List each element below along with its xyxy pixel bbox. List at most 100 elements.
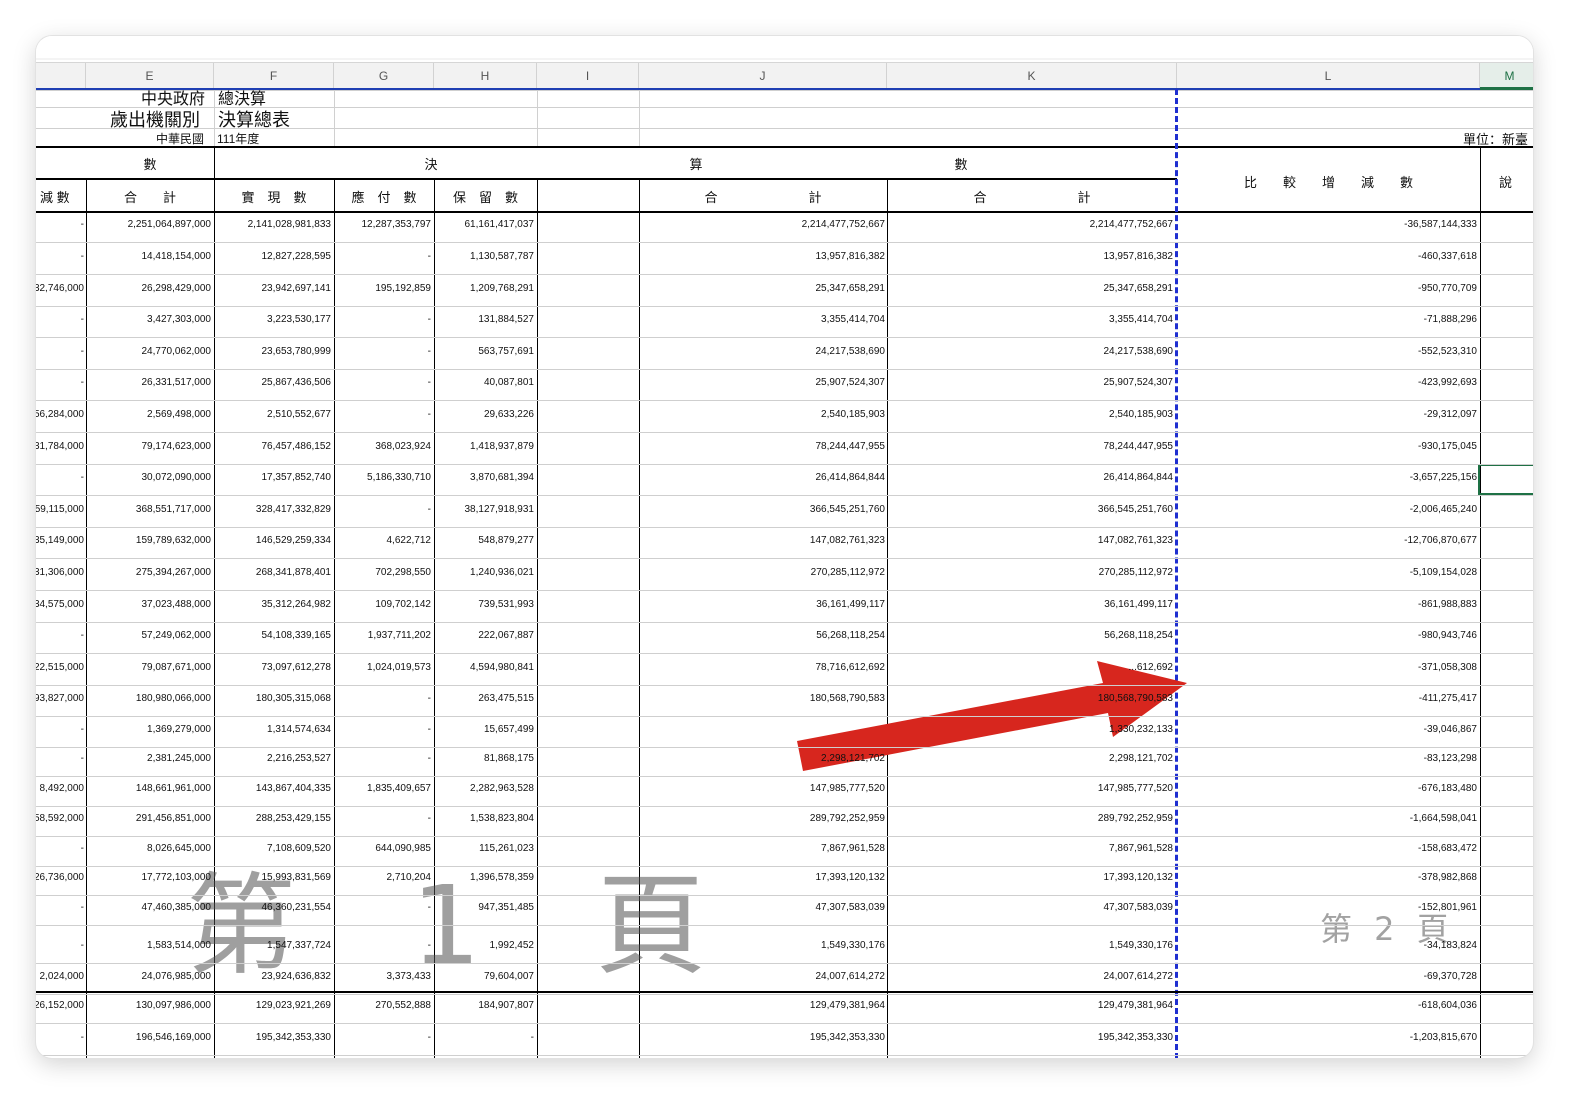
cell-f[interactable]: 8,026,645,000: [86, 840, 211, 871]
cell-g[interactable]: 25,867,436,506: [214, 374, 331, 405]
cell-f[interactable]: 2,381,245,000: [86, 750, 211, 781]
cell-j[interactable]: 24,007,614,272: [639, 968, 885, 999]
cell-k[interactable]: 289,792,252,959: [887, 810, 1173, 841]
cell-l[interactable]: -2,006,465,240: [1177, 501, 1477, 532]
cell-i[interactable]: 29,633,226: [434, 406, 534, 437]
cell-h[interactable]: 12,287,353,797: [334, 216, 431, 247]
cell-i[interactable]: 563,757,691: [434, 343, 534, 374]
cell-f[interactable]: 1,369,279,000: [86, 721, 211, 752]
cell-f[interactable]: 26,331,517,000: [86, 374, 211, 405]
cell-f[interactable]: 79,174,623,000: [86, 438, 211, 469]
cell-e[interactable]: 35,149,000: [36, 532, 84, 563]
cell-e[interactable]: 31,306,000: [36, 564, 84, 595]
cell-i[interactable]: 739,531,993: [434, 596, 534, 627]
column-header-h[interactable]: H: [434, 63, 537, 90]
cell-e[interactable]: 58,592,000: [36, 810, 84, 841]
cell-l[interactable]: -36,587,144,333: [1177, 216, 1477, 247]
cell-g[interactable]: 17,357,852,740: [214, 469, 331, 500]
cell-h[interactable]: 4,622,712: [334, 532, 432, 563]
cell-k[interactable]: ...612,692: [887, 659, 1173, 690]
cell-e[interactable]: 8,492,000: [36, 780, 85, 811]
cell-f[interactable]: 291,456,851,000: [86, 810, 211, 841]
cell-f[interactable]: 368,551,717,000: [86, 501, 211, 532]
cell-h[interactable]: 3,373,433: [334, 968, 432, 999]
cell-k[interactable]: 25,907,524,307: [887, 374, 1173, 405]
cell-i[interactable]: 263,475,515: [434, 690, 534, 721]
cell-f[interactable]: 37,023,488,000: [86, 596, 211, 627]
cell-j[interactable]: 2,540,185,903: [639, 406, 885, 437]
cell-g[interactable]: 288,253,429,155: [214, 810, 331, 841]
cell-i[interactable]: 1,130,587,787: [434, 248, 534, 279]
cell-g[interactable]: 76,457,486,152: [214, 438, 331, 469]
cell-l[interactable]: -29,312,097: [1177, 406, 1477, 437]
cell-f[interactable]: 180,980,066,000: [86, 690, 211, 721]
cell-h[interactable]: 2,710,204: [334, 869, 432, 900]
cell-k[interactable]: 180,568,790,583: [887, 690, 1173, 721]
cell-f[interactable]: 196,546,169,000: [86, 1029, 211, 1058]
cell-k[interactable]: 26,414,864,844: [887, 469, 1173, 500]
cell-f[interactable]: 275,394,267,000: [86, 564, 211, 595]
cell-f[interactable]: 3,427,303,000: [86, 311, 211, 342]
cell-j[interactable]: 2,298,121,702: [639, 750, 885, 781]
column-header-partial[interactable]: [36, 63, 86, 90]
cell-g[interactable]: 268,341,878,401: [214, 564, 331, 595]
cell-h[interactable]: 702,298,550: [334, 564, 431, 595]
cell-i[interactable]: 1,418,937,879: [434, 438, 534, 469]
cell-l[interactable]: -12,706,870,677: [1177, 532, 1477, 563]
cell-j[interactable]: 7,867,961,528: [639, 840, 885, 871]
cell-e[interactable]: -: [36, 721, 84, 752]
cell-j[interactable]: 25,347,658,291: [639, 280, 885, 311]
cell-g[interactable]: 73,097,612,278: [214, 659, 331, 690]
cell-i[interactable]: 1,538,823,804: [434, 810, 534, 841]
cell-e[interactable]: -: [36, 311, 84, 342]
cell-j[interactable]: 2,214,477,752,667: [639, 216, 885, 247]
cell-j[interactable]: 129,479,381,964: [639, 997, 885, 1028]
cell-j[interactable]: 26,414,864,844: [639, 469, 885, 500]
cell-h[interactable]: -: [334, 343, 431, 374]
cell-j[interactable]: 289,792,252,959: [639, 810, 885, 841]
cell-e[interactable]: 31,784,000: [36, 438, 84, 469]
cell-l[interactable]: -34,183,824: [1177, 937, 1477, 968]
cell-h[interactable]: -: [334, 937, 431, 968]
cell-f[interactable]: 159,789,632,000: [86, 532, 211, 563]
cell-i[interactable]: 61,161,417,037: [434, 216, 534, 247]
cell-j[interactable]: 180,568,790,583: [639, 690, 885, 721]
cell-e[interactable]: -: [36, 899, 84, 930]
column-header-g[interactable]: G: [334, 63, 434, 90]
cell-l[interactable]: -423,992,693: [1177, 374, 1477, 405]
cell-i[interactable]: 1,396,578,359: [434, 869, 534, 900]
cell-f[interactable]: 130,097,986,000: [86, 997, 211, 1028]
cell-f[interactable]: 30,072,090,000: [86, 469, 211, 500]
cell-g[interactable]: 54,108,339,165: [214, 627, 331, 658]
cell-i[interactable]: 81,868,175: [434, 750, 534, 781]
selected-cell[interactable]: [1478, 464, 1533, 495]
cell-f[interactable]: 47,460,385,000: [86, 899, 211, 930]
cell-l[interactable]: -3,657,225,156: [1177, 469, 1477, 500]
cell-k[interactable]: 270,285,112,972: [887, 564, 1173, 595]
cell-h[interactable]: -: [334, 810, 431, 841]
cell-l[interactable]: -158,683,472: [1177, 840, 1477, 871]
cell-f[interactable]: 24,770,062,000: [86, 343, 211, 374]
cell-i[interactable]: 1,240,936,021: [434, 564, 534, 595]
cell-i[interactable]: 38,127,918,931: [434, 501, 534, 532]
cell-k[interactable]: 147,985,777,520: [887, 780, 1173, 811]
cell-j[interactable]: 36,161,499,117: [639, 596, 885, 627]
cell-e[interactable]: -: [36, 627, 84, 658]
column-header-j[interactable]: J: [639, 63, 887, 90]
cell-j[interactable]: 47,307,583,039: [639, 899, 885, 930]
cell-i[interactable]: 3,870,681,394: [434, 469, 534, 500]
cell-k[interactable]: 13,957,816,382: [887, 248, 1173, 279]
cell-e[interactable]: 22,515,000: [36, 659, 84, 690]
cell-f[interactable]: 24,076,985,000: [86, 968, 211, 999]
cell-g[interactable]: 2,216,253,527: [214, 750, 331, 781]
cell-h[interactable]: -: [334, 248, 431, 279]
cell-k[interactable]: 129,479,381,964: [887, 997, 1173, 1028]
cell-f[interactable]: 17,772,103,000: [86, 869, 211, 900]
cell-j[interactable]: 56,268,118,254: [639, 627, 885, 658]
cell-l[interactable]: -69,370,728: [1177, 968, 1477, 999]
column-header-k[interactable]: K: [887, 63, 1177, 90]
cell-k[interactable]: 24,217,538,690: [887, 343, 1173, 374]
cell-g[interactable]: 1,547,337,724: [214, 937, 331, 968]
cell-i[interactable]: 131,884,527: [434, 311, 534, 342]
column-header-m[interactable]: M: [1480, 63, 1533, 90]
